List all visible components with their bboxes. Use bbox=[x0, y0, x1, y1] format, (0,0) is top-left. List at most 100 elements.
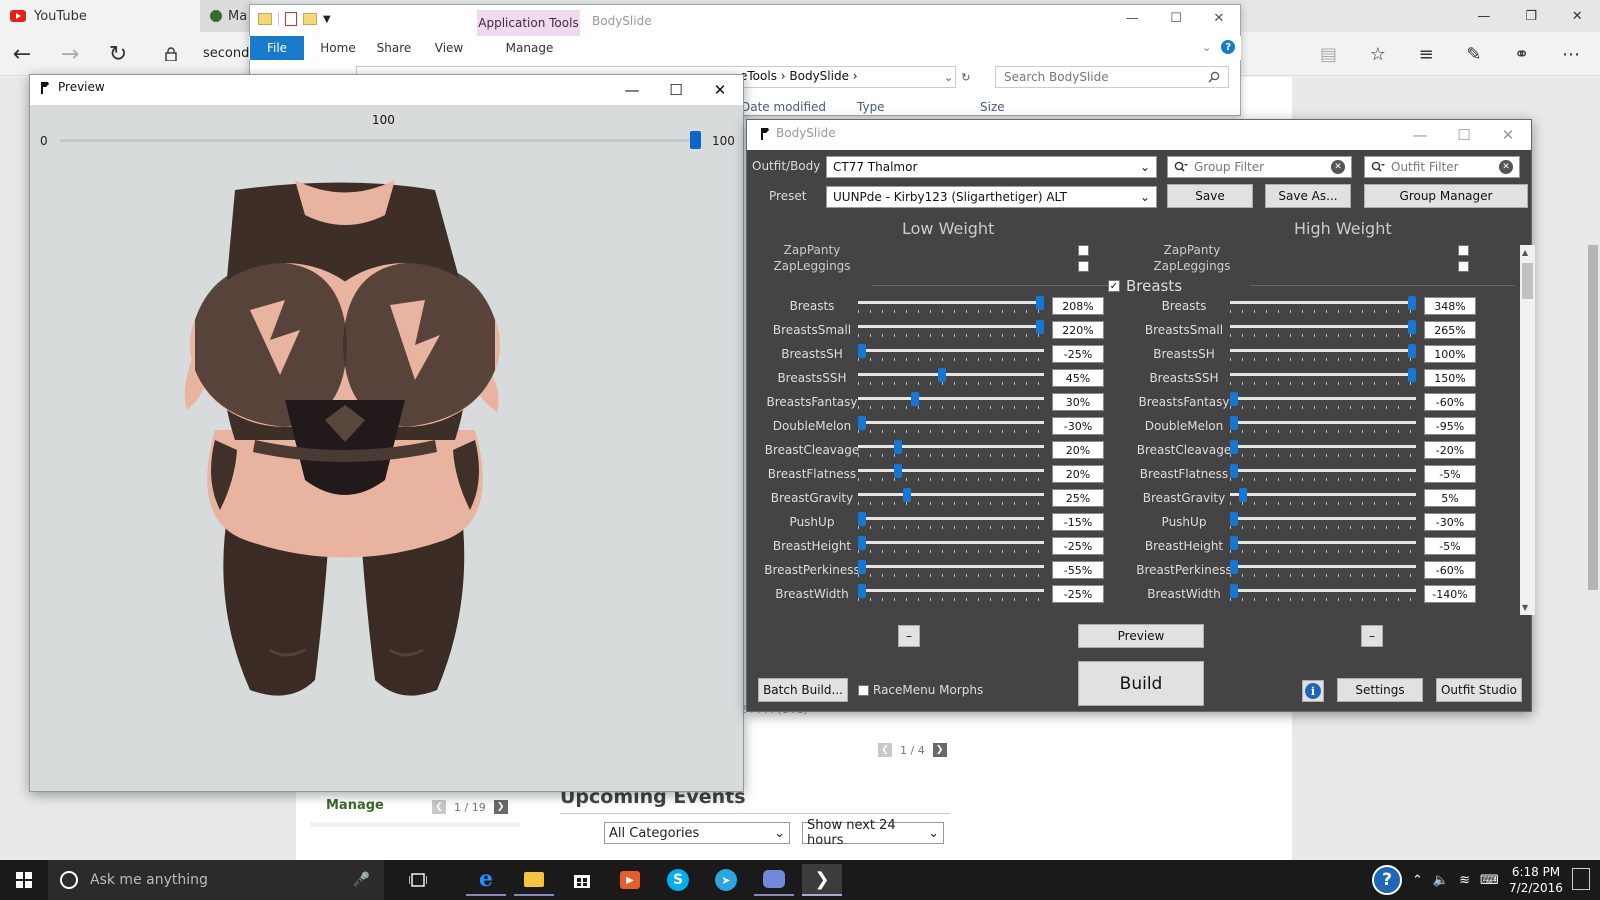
slider-thumb-low[interactable] bbox=[858, 512, 866, 526]
task-view-icon[interactable] bbox=[398, 864, 438, 896]
slider-track-low[interactable] bbox=[858, 469, 1044, 472]
cortana-search-box[interactable]: Ask me anything 🎤 bbox=[48, 860, 384, 900]
maximize-icon[interactable]: ☐ bbox=[654, 75, 698, 105]
slider-track-low[interactable] bbox=[858, 325, 1044, 328]
settings-button[interactable]: Settings bbox=[1337, 678, 1423, 702]
zap-checkbox[interactable] bbox=[1078, 261, 1089, 272]
slider-thumb-high[interactable] bbox=[1230, 536, 1238, 550]
zap-checkbox[interactable] bbox=[1078, 245, 1089, 256]
slider-thumb-low[interactable] bbox=[858, 584, 866, 598]
maximize-icon[interactable]: ☐ bbox=[1442, 120, 1486, 150]
manage-link[interactable]: Manage bbox=[326, 798, 384, 813]
close-icon[interactable]: ✕ bbox=[1486, 120, 1530, 150]
slider-track-high[interactable] bbox=[1230, 541, 1416, 544]
application-tools-tab[interactable]: Application Tools bbox=[477, 10, 580, 36]
slider-track-low[interactable] bbox=[858, 397, 1044, 400]
slider-value-high[interactable]: -5% bbox=[1424, 537, 1476, 555]
slider-thumb-low[interactable] bbox=[858, 416, 866, 430]
slider-value-low[interactable]: -15% bbox=[1052, 513, 1104, 531]
group-filter-input[interactable]: Group Filter ✕ bbox=[1167, 156, 1352, 178]
telegram-icon[interactable]: ➤ bbox=[706, 864, 746, 896]
volume-icon[interactable]: 🔈 bbox=[1433, 873, 1449, 888]
slider-thumb-high[interactable] bbox=[1238, 488, 1247, 502]
slider-thumb-high[interactable] bbox=[1408, 296, 1416, 310]
web-note-icon[interactable]: ✎ bbox=[1466, 44, 1481, 65]
slider-thumb-high[interactable] bbox=[1230, 512, 1238, 526]
slider-track-high[interactable] bbox=[1230, 565, 1416, 568]
chevron-down-icon[interactable]: ⌄ bbox=[1202, 41, 1211, 54]
slider-thumb-high[interactable] bbox=[1230, 416, 1238, 430]
chevron-up-icon[interactable]: ⌃ bbox=[1412, 873, 1423, 888]
slider-track-low[interactable] bbox=[858, 373, 1044, 376]
slider-track-low[interactable] bbox=[858, 445, 1044, 448]
chevron-down-icon[interactable]: ⌄ bbox=[944, 71, 953, 84]
slider-value-high[interactable]: 150% bbox=[1424, 369, 1476, 387]
info-button[interactable]: i bbox=[1302, 680, 1324, 702]
outfit-body-select[interactable]: CT77 Thalmor ⌄ bbox=[826, 156, 1157, 178]
column-type[interactable]: Type bbox=[857, 100, 885, 114]
store-icon[interactable] bbox=[562, 864, 602, 896]
slider-value-low[interactable]: 20% bbox=[1052, 465, 1104, 483]
minimize-icon[interactable]: — bbox=[1126, 11, 1139, 26]
slider-track-low[interactable] bbox=[858, 541, 1044, 544]
slider-value-low[interactable]: 20% bbox=[1052, 441, 1104, 459]
high-weight-minus-button[interactable]: – bbox=[1361, 625, 1383, 647]
file-explorer-icon[interactable] bbox=[514, 864, 554, 896]
clear-icon[interactable]: ✕ bbox=[1331, 160, 1345, 174]
slider-track-low[interactable] bbox=[858, 349, 1044, 352]
column-date-modified[interactable]: Date modified bbox=[741, 100, 826, 114]
page-scrollbar-thumb[interactable] bbox=[1588, 245, 1598, 590]
action-center-icon[interactable] bbox=[1572, 868, 1590, 890]
slider-value-low[interactable]: -25% bbox=[1052, 585, 1104, 603]
next-page-icon[interactable]: ❯ bbox=[932, 743, 947, 757]
slider-value-low[interactable]: -25% bbox=[1052, 537, 1104, 555]
help-icon[interactable]: ? bbox=[1372, 865, 1402, 895]
slider-track-high[interactable] bbox=[1230, 589, 1416, 592]
keyboard-icon[interactable]: ⌨ bbox=[1480, 873, 1499, 888]
column-size[interactable]: Size bbox=[980, 100, 1005, 114]
wifi-icon[interactable]: ≋ bbox=[1459, 873, 1470, 888]
slider-thumb-high[interactable] bbox=[1408, 368, 1416, 382]
slider-thumb-high[interactable] bbox=[1230, 464, 1238, 478]
slider-thumb-low[interactable] bbox=[1036, 296, 1044, 310]
slider-track-high[interactable] bbox=[1230, 397, 1416, 400]
slider-thumb-low[interactable] bbox=[858, 560, 866, 574]
scrollbar-thumb[interactable] bbox=[1522, 263, 1533, 299]
build-button[interactable]: Build bbox=[1078, 661, 1204, 706]
close-icon[interactable]: ✕ bbox=[698, 75, 742, 105]
ribbon-tab-home[interactable]: Home bbox=[314, 36, 362, 60]
more-icon[interactable]: ⋯ bbox=[1562, 44, 1580, 65]
slider-track-high[interactable] bbox=[1230, 517, 1416, 520]
slider-value-high[interactable]: 348% bbox=[1424, 297, 1476, 315]
slider-thumb-low[interactable] bbox=[938, 368, 947, 382]
ribbon-tab-share[interactable]: Share bbox=[370, 36, 418, 60]
preset-select[interactable]: UUNPde - Kirby123 (Sligarthetiger) ALT ⌄ bbox=[826, 186, 1157, 208]
slider-value-high[interactable]: -95% bbox=[1424, 417, 1476, 435]
folder-icon[interactable] bbox=[258, 13, 272, 25]
explorer-search-input[interactable]: Search BodySlide bbox=[995, 66, 1229, 88]
slider-track-high[interactable] bbox=[1230, 373, 1416, 376]
slider-value-low[interactable]: 208% bbox=[1052, 297, 1104, 315]
outfit-filter-input[interactable]: Outfit Filter ✕ bbox=[1364, 156, 1520, 178]
browser-tab-youtube[interactable]: YouTube bbox=[0, 0, 200, 32]
outfit-studio-button[interactable]: Outfit Studio bbox=[1436, 678, 1522, 702]
category-select[interactable]: All Categories ⌄ bbox=[604, 822, 790, 844]
racemenu-morphs-option[interactable]: RaceMenu Morphs bbox=[858, 683, 983, 697]
weight-slider-track[interactable] bbox=[60, 139, 700, 142]
slider-thumb-low[interactable] bbox=[893, 440, 902, 454]
slider-track-high[interactable] bbox=[1230, 469, 1416, 472]
start-windows-icon[interactable] bbox=[4, 864, 44, 896]
batch-build-button[interactable]: Batch Build... bbox=[758, 678, 848, 702]
slider-value-low[interactable]: -55% bbox=[1052, 561, 1104, 579]
slider-track-low[interactable] bbox=[858, 565, 1044, 568]
discord-icon[interactable] bbox=[754, 864, 794, 896]
slider-thumb-high[interactable] bbox=[1230, 584, 1238, 598]
slider-value-low[interactable]: 220% bbox=[1052, 321, 1104, 339]
slider-thumb-low[interactable] bbox=[858, 344, 866, 358]
slider-value-low[interactable]: 45% bbox=[1052, 369, 1104, 387]
skype-icon[interactable]: S bbox=[658, 864, 698, 896]
slider-value-low[interactable]: -25% bbox=[1052, 345, 1104, 363]
slider-thumb-low[interactable] bbox=[911, 392, 920, 406]
unchecked-checkbox-icon[interactable] bbox=[858, 684, 869, 696]
edge-browser-icon[interactable]: e bbox=[466, 864, 506, 896]
